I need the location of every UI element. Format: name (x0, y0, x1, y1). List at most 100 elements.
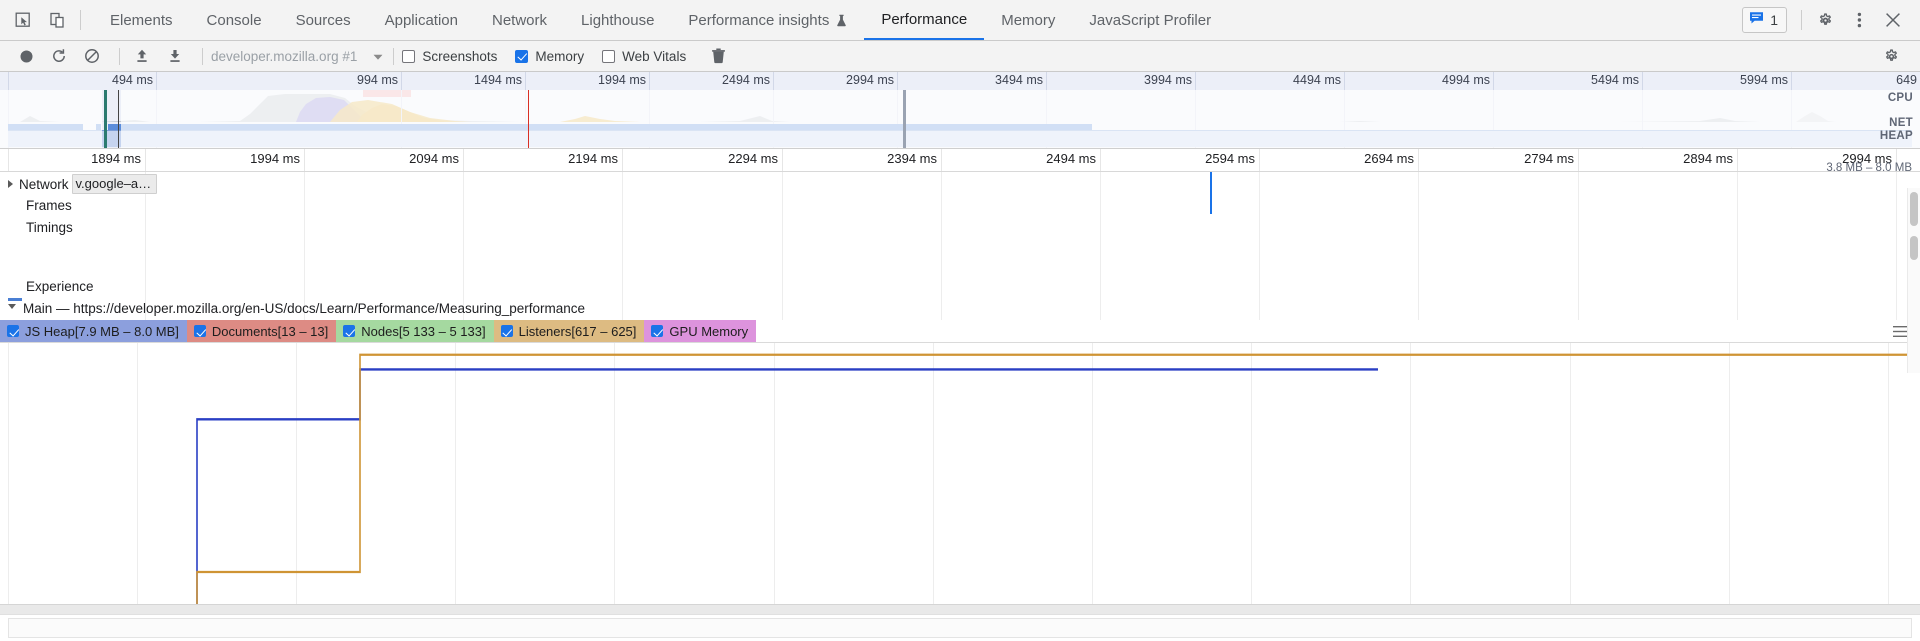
reload-record-icon[interactable] (45, 43, 73, 69)
capture-settings-container (1877, 43, 1920, 69)
checkbox-box (501, 325, 513, 337)
timeline-tick: 2094 ms (463, 149, 464, 172)
screenshots-checkbox[interactable]: Screenshots (402, 49, 497, 64)
tab-label: Lighthouse (581, 12, 654, 29)
clear-prohibited-icon[interactable] (78, 43, 106, 69)
tab-label: JavaScript Profiler (1089, 12, 1211, 29)
memory-counters-toolbar: JS Heap[7.9 MB – 8.0 MB] Documents[13 – … (0, 320, 1920, 343)
tracks-scrollbar-thumb-secondary[interactable] (1910, 236, 1918, 260)
chevron-down-icon[interactable] (8, 304, 16, 313)
panel-tabs: Elements Console Sources Application Net… (93, 0, 1228, 40)
flask-icon-svg (836, 14, 847, 27)
counter-label: Listeners[617 – 625] (519, 324, 637, 339)
track-row-frames[interactable]: Frames (0, 198, 72, 213)
timeline-tick-label: 2394 ms (887, 151, 937, 166)
flamechart-tracks[interactable]: Network v.google–a… Frames Timings Exper… (0, 172, 1920, 320)
timeline-tick-label: 2694 ms (1364, 151, 1414, 166)
device-toolbar-icon[interactable] (40, 0, 74, 40)
timeline-tick-label: 2894 ms (1683, 151, 1733, 166)
target-page-label: developer.mozilla.org #1 (211, 49, 357, 64)
tab-sources[interactable]: Sources (279, 0, 368, 40)
devtools-window: Elements Console Sources Application Net… (0, 0, 1920, 641)
checkbox-box (602, 50, 615, 63)
tab-lighthouse[interactable]: Lighthouse (564, 0, 671, 40)
overview-window-handle-left[interactable] (104, 90, 107, 148)
web-vitals-checkbox[interactable]: Web Vitals (602, 49, 686, 64)
overview-tick-label: 1494 ms (474, 73, 522, 87)
issues-message-icon (1749, 11, 1764, 30)
tracks-scrollbar-thumb[interactable] (1910, 192, 1918, 226)
counter-gpu-memory[interactable]: GPU Memory (644, 320, 756, 342)
trash-icon[interactable] (704, 43, 732, 69)
overview-tick-label: 5994 ms (1740, 73, 1788, 87)
tab-label: Application (385, 12, 458, 29)
counter-label: Nodes[5 133 – 5 133] (361, 324, 485, 339)
overview-secondary-marker (903, 90, 906, 148)
counter-js-heap[interactable]: JS Heap[7.9 MB – 8.0 MB] (0, 320, 187, 342)
tab-elements[interactable]: Elements (93, 0, 190, 40)
tab-label: Elements (110, 12, 173, 29)
inspect-cursor-icon[interactable] (6, 0, 40, 40)
overview-tick-label: 4494 ms (1293, 73, 1341, 87)
memory-counters-chart[interactable] (0, 343, 1920, 641)
tab-javascript-profiler[interactable]: JavaScript Profiler (1072, 0, 1228, 40)
checkbox-label: Screenshots (422, 49, 497, 64)
timeline-tick: 2494 ms (1100, 149, 1101, 172)
devtools-tabbar: Elements Console Sources Application Net… (0, 0, 1920, 41)
tracks-gridline (1100, 172, 1101, 320)
tab-memory[interactable]: Memory (984, 0, 1072, 40)
timeline-tick: 2394 ms (941, 149, 942, 172)
gear-icon-svg (1817, 12, 1834, 29)
issues-button[interactable]: 1 (1742, 7, 1787, 33)
load-profile-up-arrow-icon[interactable] (128, 43, 156, 69)
track-row-experience[interactable]: Experience (0, 279, 94, 294)
kebab-menu-icon[interactable] (1842, 5, 1876, 35)
checkbox-box (402, 50, 415, 63)
close-icon[interactable] (1876, 5, 1910, 35)
tracks-gridline (622, 172, 623, 320)
timeline-overview-pane[interactable]: 494 ms 994 ms 1494 ms 1994 ms 2494 ms 29… (0, 72, 1920, 149)
chevron-right-icon[interactable] (8, 180, 13, 188)
track-row-timings[interactable]: Timings (0, 220, 73, 235)
tab-network[interactable]: Network (475, 0, 564, 40)
tracks-gridline (1737, 172, 1738, 320)
capture-settings-gear-icon[interactable] (1877, 43, 1905, 69)
save-profile-down-arrow-icon-svg (167, 48, 183, 64)
tracks-gridline (1896, 172, 1897, 320)
gear-icon[interactable] (1808, 5, 1842, 35)
network-request-chip[interactable]: v.google–a… (72, 174, 158, 194)
tabbar-divider (80, 10, 81, 30)
tracks-gridline (1259, 172, 1260, 320)
track-row-main[interactable]: Main — https://developer.mozilla.org/en-… (0, 301, 1920, 316)
tab-performance[interactable]: Performance (864, 0, 984, 40)
timeline-tick-label: 2194 ms (568, 151, 618, 166)
counter-listeners[interactable]: Listeners[617 – 625] (494, 320, 645, 342)
tracks-scrollbar[interactable] (1907, 188, 1920, 373)
tracks-gridline (1578, 172, 1579, 320)
memory-checkbox[interactable]: Memory (515, 49, 584, 64)
overview-window-handle-right[interactable] (118, 90, 119, 148)
memory-chart-footer-panel (8, 618, 1912, 638)
controls-divider-2 (202, 48, 203, 65)
tab-application[interactable]: Application (368, 0, 475, 40)
issues-count: 1 (1770, 12, 1778, 28)
timeline-tick-label: 2294 ms (728, 151, 778, 166)
record-circle-icon[interactable] (12, 43, 40, 69)
tabbar-right-divider (1801, 10, 1802, 30)
overview-heap-range-value: 3.8 MB – 8.0 MB (1826, 162, 1912, 174)
tabbar-right-controls: 1 (1742, 0, 1920, 40)
track-row-network[interactable]: Network v.google–a… (0, 174, 157, 194)
overview-window-dim-left (0, 90, 102, 148)
overview-heap-label: HEAP (1880, 130, 1913, 142)
flamechart-time-ruler[interactable]: 1894 ms 1994 ms 2094 ms 2194 ms 2294 ms … (0, 149, 1920, 172)
counter-nodes[interactable]: Nodes[5 133 – 5 133] (336, 320, 493, 342)
tab-label: Console (207, 12, 262, 29)
target-page-select[interactable]: developer.mozilla.org #1 (211, 49, 385, 64)
save-profile-down-arrow-icon[interactable] (161, 43, 189, 69)
tabbar-tool-buttons (0, 0, 87, 40)
timeline-tick: 2794 ms (1578, 149, 1579, 172)
counter-documents[interactable]: Documents[13 – 13] (187, 320, 336, 342)
tab-performance-insights[interactable]: Performance insights (671, 0, 864, 40)
close-icon-svg (1885, 12, 1901, 28)
tab-console[interactable]: Console (190, 0, 279, 40)
